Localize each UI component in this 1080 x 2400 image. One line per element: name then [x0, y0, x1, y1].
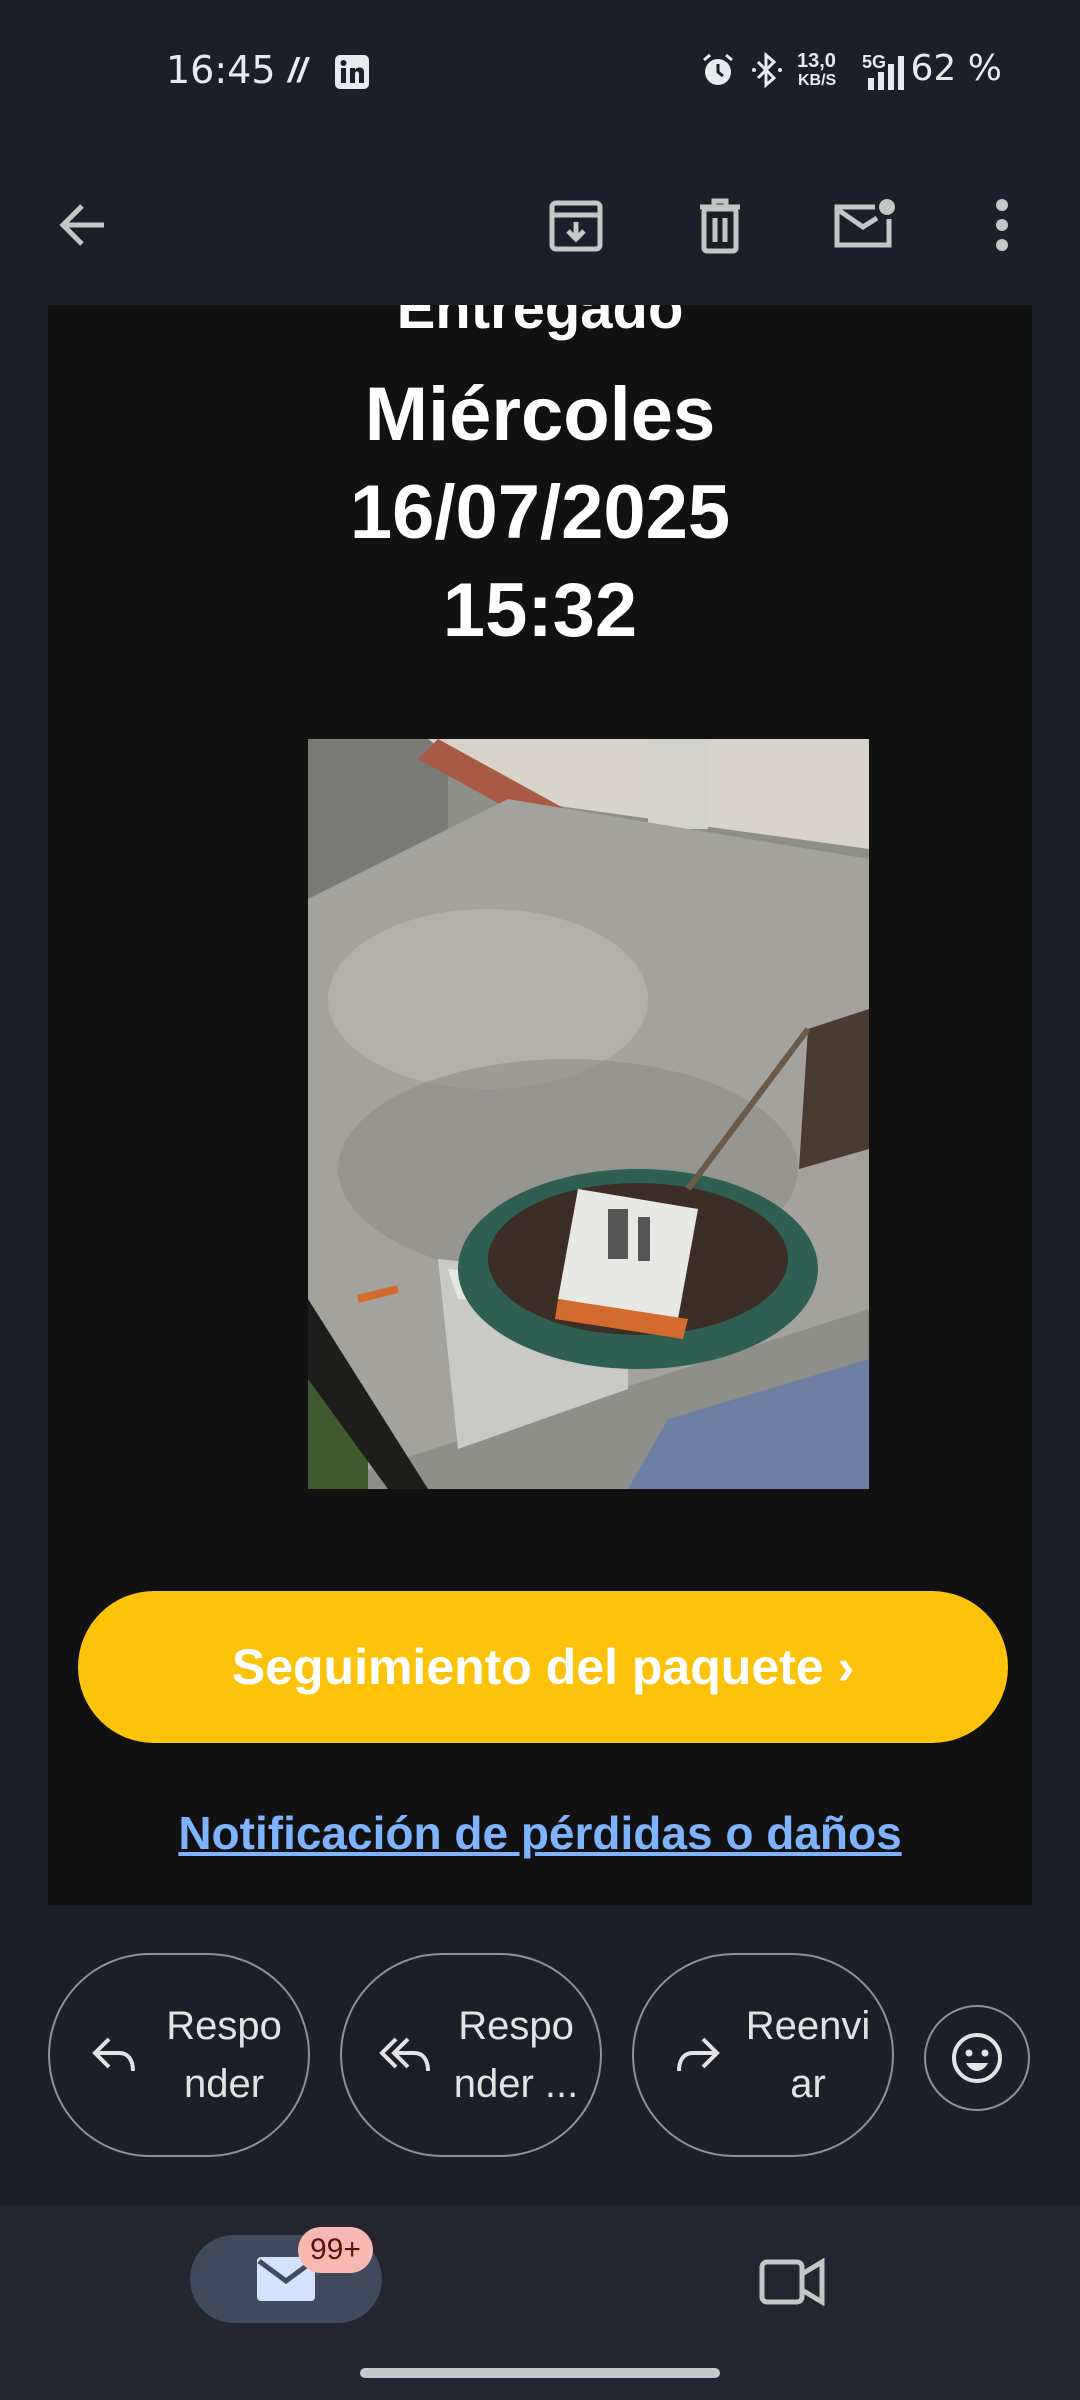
loss-damage-link[interactable]: Notificación de pérdidas o daños: [48, 1807, 1032, 1860]
track-package-button[interactable]: Seguimiento del paquete ›: [78, 1591, 1008, 1743]
more-vert-icon: [996, 199, 1008, 251]
reply-icon: [74, 2033, 154, 2077]
video-camera-icon: [759, 2257, 825, 2306]
delivery-date: 16/07/2025: [349, 470, 731, 555]
reply-label: Respo nder: [166, 2004, 282, 2106]
linkedin-icon: [334, 54, 370, 95]
reply-button[interactable]: Respo nder: [48, 1953, 310, 2157]
mark-unread-icon: [834, 199, 895, 248]
app-bar: [0, 145, 1080, 305]
alarm-icon: [700, 52, 736, 93]
unread-badge: 99+: [298, 2227, 373, 2273]
email-card: Entregado Miércoles 16/07/2025 15:32 Seg…: [48, 305, 1032, 1905]
delivery-photo[interactable]: [308, 739, 869, 1489]
delivery-day: Miércoles: [364, 372, 716, 457]
net-speed-value: 13,0: [797, 50, 836, 72]
gesture-bar[interactable]: [360, 2368, 720, 2378]
status-time: 16:45: [166, 48, 276, 92]
back-button[interactable]: [42, 185, 122, 265]
nav-meet[interactable]: [752, 2249, 832, 2313]
smiley-icon: [952, 2033, 1002, 2083]
emoji-reaction-button[interactable]: [924, 2005, 1030, 2111]
quick-actions: Respo nder Respo nder ... Reenvi ar: [0, 1905, 1080, 2205]
delivery-status: Entregado: [396, 305, 684, 341]
reply-all-icon: [366, 2033, 446, 2077]
battery-level: 62 %: [910, 48, 1002, 89]
net-speed-unit: KB/S: [798, 72, 837, 89]
bluetooth-icon: [748, 50, 788, 95]
archive-icon: [549, 200, 603, 252]
back-arrow-icon: [59, 204, 104, 246]
gesture-app-icon: //: [288, 52, 307, 90]
signal-icon: [862, 56, 908, 95]
reply-all-button[interactable]: Respo nder ...: [340, 1953, 602, 2157]
delete-button[interactable]: [680, 185, 760, 265]
email-body: Entregado Miércoles 16/07/2025 15:32 Seg…: [0, 305, 1080, 1905]
mark-unread-button[interactable]: [824, 185, 904, 265]
reply-all-label: Respo nder ...: [453, 2004, 579, 2106]
status-bar: 16:45 // 13,0 KB/S 5G 62 %: [0, 0, 1080, 145]
trash-icon: [700, 198, 740, 254]
delivery-time: 15:32: [442, 568, 638, 653]
forward-button[interactable]: Reenvi ar: [632, 1953, 894, 2157]
more-options-button[interactable]: [962, 185, 1042, 265]
forward-label: Reenvi ar: [745, 2004, 871, 2106]
forward-icon: [658, 2033, 738, 2077]
archive-button[interactable]: [536, 185, 616, 265]
